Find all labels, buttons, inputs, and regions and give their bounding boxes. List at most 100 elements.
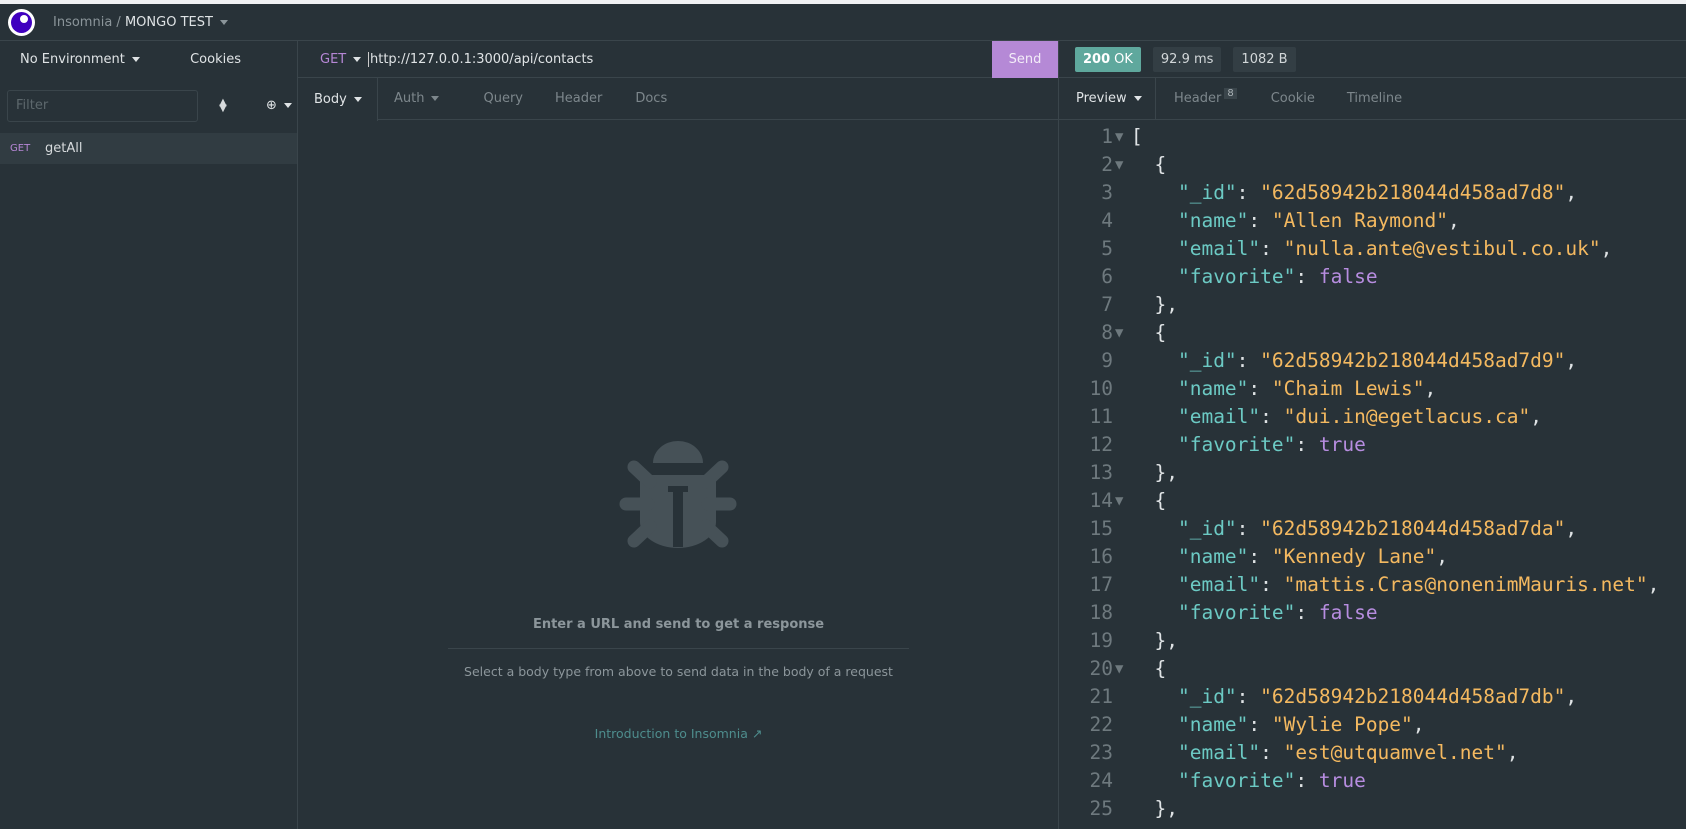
sort-icon[interactable]: ▲ ▼ [218,97,228,113]
json-punctuation: : [1295,265,1319,288]
json-punctuation [1131,375,1178,403]
json-punctuation [1131,263,1178,291]
breadcrumb-separator: / [116,14,121,30]
line-number: 14 [1089,489,1113,512]
tab-cookie[interactable]: Cookie [1271,78,1315,120]
tab-auth[interactable]: Auth [394,78,440,120]
code-line: 20 ▼ { [1059,655,1659,683]
code-line: 3 "_id": "62d58942b218044d458ad7d8", [1059,179,1659,207]
chevron-down-icon [353,96,362,102]
fold-arrow-icon[interactable]: ▼ [1113,487,1131,515]
json-punctuation: }, [1131,293,1178,316]
json-punctuation: , [1448,209,1460,232]
url-input[interactable]: http://127.0.0.1:3000/api/contacts [368,51,593,67]
tab-timeline[interactable]: Timeline [1347,78,1402,120]
fold-arrow-icon[interactable]: ▼ [1113,123,1131,151]
status-text: OK [1114,51,1133,67]
json-key: "_id" [1177,349,1237,372]
json-punctuation [1131,403,1178,431]
method-dropdown[interactable]: GET [320,52,368,67]
fold-gutter [1113,291,1131,319]
tab-query[interactable]: Query [483,78,523,120]
chevron-down-icon [353,56,362,62]
line-number: 18 [1089,601,1113,624]
json-punctuation [1131,739,1178,767]
intro-link-label: Introduction to Insomnia [594,726,748,741]
workspace-name[interactable]: MONGO TEST [125,15,213,30]
json-punctuation [1131,179,1178,207]
tab-docs[interactable]: Docs [635,78,667,120]
send-button[interactable]: Send [992,41,1058,78]
json-punctuation [1131,235,1178,263]
code-line: 15 "_id": "62d58942b218044d458ad7da", [1059,515,1659,543]
request-item-getall[interactable]: GET getAll [0,133,297,164]
line-number: 22 [1089,713,1113,736]
line-number: 10 [1089,377,1113,400]
intro-link[interactable]: Introduction to Insomnia ↗ [298,726,1059,741]
line-number: 15 [1089,517,1113,540]
code-line: 8 ▼ { [1059,319,1659,347]
fold-gutter [1113,711,1131,739]
environment-dropdown[interactable]: No Environment [20,52,140,67]
tab-header[interactable]: Header [555,78,602,120]
environment-label: No Environment [20,52,125,67]
json-key: "_id" [1177,517,1237,540]
json-key: "favorite" [1177,265,1296,288]
chevron-down-icon [219,19,228,25]
code-line: 10 "name": "Chaim Lewis", [1059,375,1659,403]
fold-gutter [1113,347,1131,375]
json-punctuation: : [1248,209,1272,232]
code-line: 7 }, [1059,291,1659,319]
fold-gutter [1113,767,1131,795]
json-boolean: true [1318,433,1366,456]
json-string: "Kennedy Lane" [1271,545,1437,568]
code-line: 12 "favorite": true [1059,431,1659,459]
response-pane: 200 OK 92.9 ms 1082 B Preview Header 8 Coo… [1059,41,1686,829]
json-string: "nulla.ante@vestibul.co.uk" [1283,237,1601,260]
fold-arrow-icon[interactable]: ▼ [1113,319,1131,347]
empty-title: Enter a URL and send to get a response [532,617,825,632]
json-punctuation: : [1236,685,1261,708]
request-method: GET [10,143,31,154]
json-string: "mattis.Cras@nonenimMauris.net" [1283,573,1648,596]
json-punctuation: , [1647,573,1660,596]
json-punctuation: : [1236,349,1261,372]
fold-arrow-icon[interactable]: ▼ [1113,655,1131,683]
response-time-badge: 92.9 ms [1152,46,1222,72]
line-number: 20 [1089,657,1113,680]
external-link-icon: ↗ [751,726,763,741]
fold-gutter [1113,403,1131,431]
json-punctuation: : [1260,237,1284,260]
cookies-button[interactable]: Cookies [190,52,241,67]
titlebar: Insomnia / MONGO TEST [0,4,1686,41]
code-line: 14 ▼ { [1059,487,1659,515]
json-punctuation: }, [1131,461,1178,484]
line-number: 21 [1089,685,1113,708]
fold-gutter [1113,179,1131,207]
json-punctuation: [ [1131,125,1143,148]
tab-preview[interactable]: Preview [1059,77,1156,120]
code-line: 11 "email": "dui.in@egetlacus.ca", [1059,403,1659,431]
add-request-button[interactable]: ⊕ [266,98,292,113]
divider [448,648,909,649]
json-punctuation: , [1565,349,1578,372]
workspace-breadcrumb[interactable]: Insomnia / MONGO TEST [53,15,228,30]
tab-response-header[interactable]: Header 8 [1174,78,1237,120]
tab-label: Preview [1076,91,1127,106]
filter-input[interactable] [7,89,198,122]
line-number: 3 [1101,181,1113,204]
fold-arrow-icon[interactable]: ▼ [1113,151,1131,179]
tab-label: Body [314,91,347,107]
json-preview[interactable]: 1 ▼[2 ▼ {3 "_id": "62d58942b218044d458ad7d… [1059,123,1660,823]
json-punctuation: : [1248,545,1272,568]
chevron-down-icon [1133,96,1142,101]
tab-body[interactable]: Body [298,77,378,121]
json-string: "62d58942b218044d458ad7d8" [1260,181,1566,204]
chevron-down-icon [431,96,440,101]
fold-gutter [1113,235,1131,263]
fold-gutter [1113,627,1131,655]
fold-gutter [1113,263,1131,291]
json-string: "Allen Raymond" [1271,209,1449,232]
line-number: 11 [1089,405,1113,428]
json-punctuation: : [1260,741,1284,764]
